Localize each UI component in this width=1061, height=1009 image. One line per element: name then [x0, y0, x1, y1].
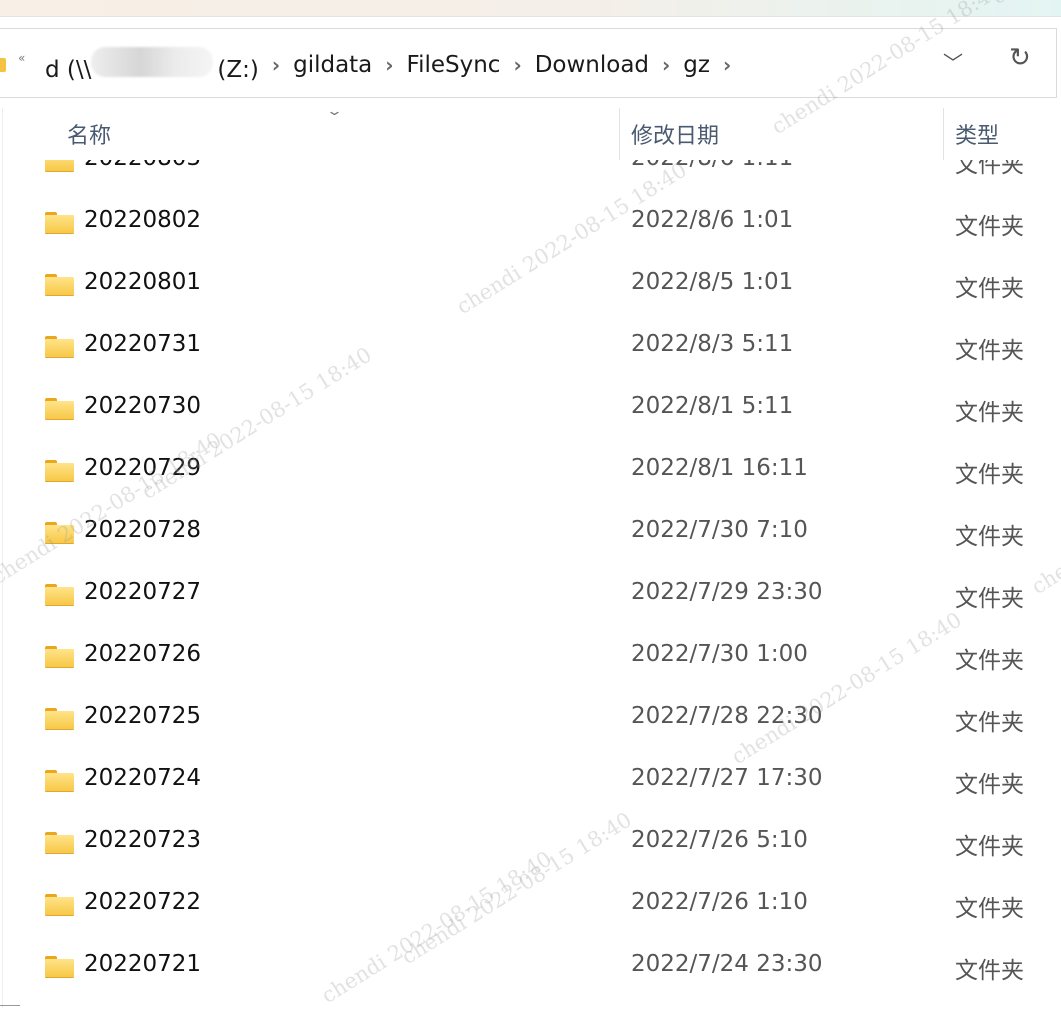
folder-icon	[0, 58, 6, 72]
file-modified: 2022/7/30 1:00	[631, 641, 808, 667]
folder-icon	[45, 894, 74, 915]
chevron-right-icon[interactable]: ›	[513, 53, 521, 77]
file-row[interactable]: 20220723 2022/7/26 5:10 文件夹	[0, 811, 1061, 873]
file-type: 文件夹	[955, 896, 1024, 922]
file-type: 文件夹	[955, 400, 1024, 426]
file-name: 20220731	[84, 331, 202, 357]
file-name: 20220803	[84, 160, 201, 171]
column-resize-handle[interactable]	[619, 108, 620, 160]
column-header-name[interactable]: 名称	[67, 118, 111, 150]
file-modified: 2022/7/26 5:10	[631, 827, 808, 853]
folder-icon	[45, 336, 74, 357]
file-name: 20220722	[84, 889, 202, 915]
file-type: 文件夹	[955, 160, 1024, 178]
folder-icon	[45, 646, 74, 667]
file-modified: 2022/8/1 5:11	[631, 393, 794, 419]
folder-icon	[45, 584, 74, 605]
breadcrumb: d (\\ (Z:) › gildata › FileSync › Downloa…	[45, 47, 744, 83]
folder-icon	[45, 832, 74, 853]
chevrons-left-icon[interactable]: «	[18, 51, 25, 65]
redacted-host	[91, 47, 214, 77]
file-modified: 2022/7/30 7:10	[631, 517, 808, 543]
sort-indicator-icon: ⌄	[325, 104, 344, 119]
column-header-modified[interactable]: 修改日期	[631, 118, 719, 150]
breadcrumb-gz[interactable]: gz	[683, 52, 710, 78]
file-modified: 2022/8/6 1:01	[631, 207, 794, 233]
folder-icon	[45, 522, 74, 543]
folder-icon	[45, 460, 74, 481]
file-name: 20220730	[84, 393, 202, 419]
file-name: 20220727	[84, 579, 202, 605]
chevron-down-icon[interactable]: ﹀	[943, 47, 963, 76]
file-row[interactable]: 20220803 2022/8/6 1:11 文件夹	[0, 160, 1061, 191]
file-modified: 2022/8/1 16:11	[631, 455, 808, 481]
file-modified: 2022/8/5 1:01	[631, 269, 794, 295]
folder-icon	[45, 770, 74, 791]
file-row[interactable]: 20220730 2022/8/1 5:11 文件夹	[0, 377, 1061, 439]
chevron-right-icon[interactable]: ›	[272, 53, 280, 77]
file-name: 20220802	[84, 207, 202, 233]
file-type: 文件夹	[955, 338, 1024, 364]
file-name: 20220729	[84, 455, 202, 481]
file-row[interactable]: 20220728 2022/7/30 7:10 文件夹	[0, 501, 1061, 563]
file-row[interactable]: 20220726 2022/7/30 1:00 文件夹	[0, 625, 1061, 687]
file-row[interactable]: 20220722 2022/7/26 1:10 文件夹	[0, 873, 1061, 935]
status-divider	[0, 1005, 20, 1006]
file-name: 20220723	[84, 827, 202, 853]
folder-icon	[45, 708, 74, 729]
file-type: 文件夹	[955, 214, 1024, 240]
folder-icon	[45, 274, 74, 295]
chevron-right-icon[interactable]: ›	[662, 53, 670, 77]
file-type: 文件夹	[955, 710, 1024, 736]
breadcrumb-filesync[interactable]: FileSync	[407, 52, 501, 78]
column-resize-handle[interactable]	[943, 108, 944, 160]
folder-icon	[45, 398, 74, 419]
file-row[interactable]: 20220729 2022/8/1 16:11 文件夹	[0, 439, 1061, 501]
window-top-strip	[0, 0, 1061, 17]
file-modified: 2022/7/28 22:30	[631, 703, 823, 729]
file-modified: 2022/7/29 23:30	[631, 579, 823, 605]
file-modified: 2022/7/24 23:30	[631, 951, 823, 977]
file-type: 文件夹	[955, 772, 1024, 798]
file-type: 文件夹	[955, 462, 1024, 488]
breadcrumb-download[interactable]: Download	[535, 52, 649, 78]
file-type: 文件夹	[955, 958, 1024, 984]
file-name: 20220801	[84, 269, 202, 295]
breadcrumb-drive[interactable]: d (\\ (Z:)	[45, 47, 259, 83]
folder-icon	[45, 212, 74, 233]
file-row[interactable]: 20220802 2022/8/6 1:01 文件夹	[0, 191, 1061, 253]
file-row[interactable]: 20220721 2022/7/24 23:30 文件夹	[0, 935, 1061, 997]
file-row[interactable]: 20220725 2022/7/28 22:30 文件夹	[0, 687, 1061, 749]
file-type: 文件夹	[955, 648, 1024, 674]
file-name: 20220724	[84, 765, 202, 791]
file-row[interactable]: 20220801 2022/8/5 1:01 文件夹	[0, 253, 1061, 315]
file-modified: 2022/7/26 1:10	[631, 889, 808, 915]
address-bar[interactable]: « d (\\ (Z:) › gildata › FileSync › Downl…	[0, 28, 1057, 98]
file-row[interactable]: 20220727 2022/7/29 23:30 文件夹	[0, 563, 1061, 625]
file-type: 文件夹	[955, 586, 1024, 612]
file-row[interactable]: 20220731 2022/8/3 5:11 文件夹	[0, 315, 1061, 377]
refresh-icon[interactable]: ↻	[1009, 43, 1031, 73]
file-name: 20220726	[84, 641, 202, 667]
file-type: 文件夹	[955, 276, 1024, 302]
file-modified: 2022/8/3 5:11	[631, 331, 794, 357]
file-type: 文件夹	[955, 834, 1024, 860]
folder-icon	[45, 956, 74, 977]
file-name: 20220725	[84, 703, 202, 729]
file-modified: 2022/8/6 1:11	[631, 160, 793, 171]
file-modified: 2022/7/27 17:30	[631, 765, 823, 791]
chevron-right-icon[interactable]: ›	[385, 53, 393, 77]
chevron-right-icon[interactable]: ›	[723, 53, 731, 77]
file-list: 20220803 2022/8/6 1:11 文件夹 20220802 2022…	[0, 160, 1061, 1000]
file-name: 20220721	[84, 951, 202, 977]
column-header-type[interactable]: 类型	[955, 118, 999, 150]
folder-icon	[45, 160, 74, 171]
file-type: 文件夹	[955, 524, 1024, 550]
file-name: 20220728	[84, 517, 202, 543]
breadcrumb-gildata[interactable]: gildata	[293, 52, 372, 78]
file-row[interactable]: 20220724 2022/7/27 17:30 文件夹	[0, 749, 1061, 811]
